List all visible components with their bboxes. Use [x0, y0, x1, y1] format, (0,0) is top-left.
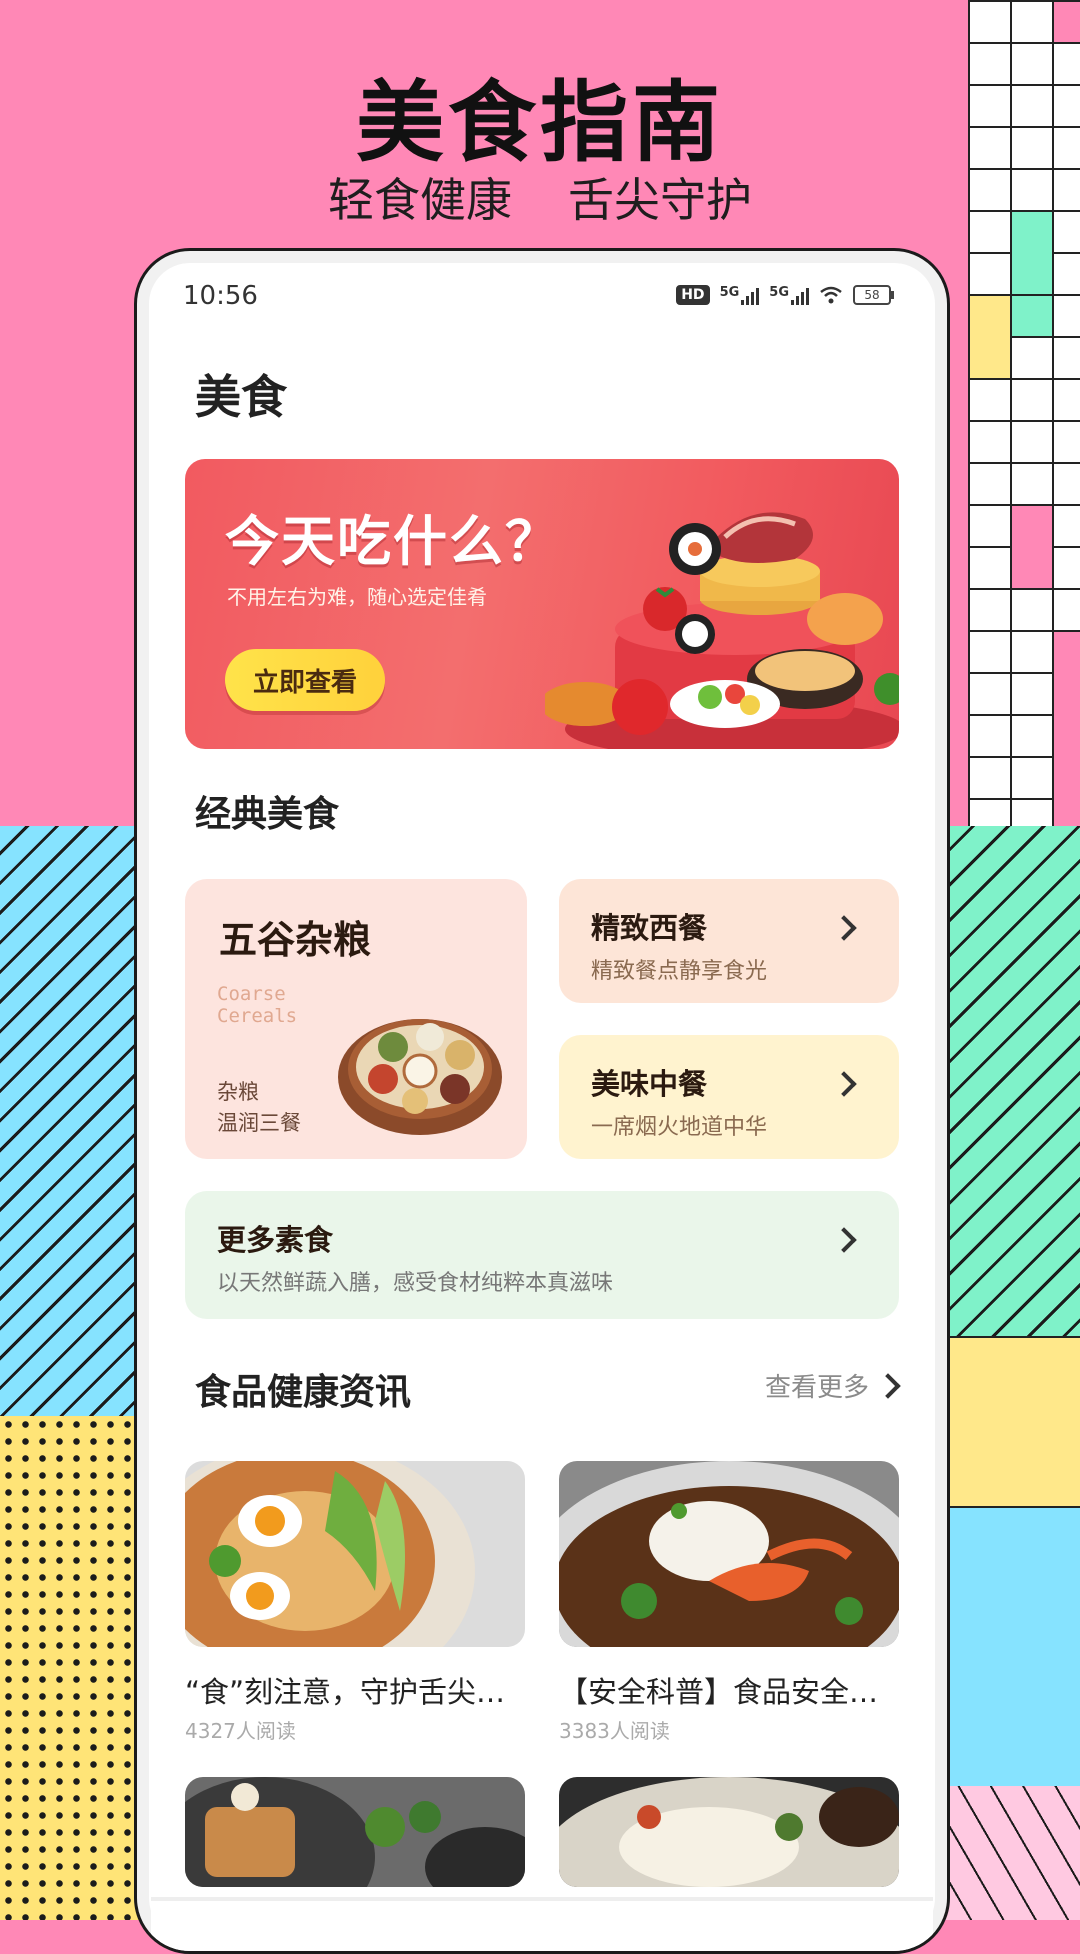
fish-dish-image [559, 1777, 899, 1887]
shrimp-curry-image [559, 1461, 899, 1647]
news-read-count: 3383人阅读 [559, 1719, 670, 1743]
chevron-right-icon [831, 915, 857, 941]
food-platter-illustration [545, 512, 899, 749]
mint-stripes-decoration [940, 826, 1080, 1336]
news-card[interactable] [185, 1777, 525, 1887]
coarse-cereals-desc-line2: 温润三餐 [217, 1111, 301, 1135]
promo-subtitle-right: 舌尖守护 [568, 173, 752, 227]
blue-block-decoration [940, 1506, 1080, 1788]
vegetarian-food-desc: 以天然鲜蔬入膳，感受食材纯粹本真滋味 [217, 1271, 614, 1296]
battery-icon: 58 [853, 285, 894, 305]
blue-stripes-decoration [0, 826, 140, 1416]
chevron-right-icon [875, 1372, 901, 1399]
coarse-cereals-card[interactable]: 五谷杂粮 Coarse Cereals 杂粮 温润三餐 [185, 879, 527, 1159]
news-card[interactable]: 【安全科普】食品安全… 3383人阅读 [559, 1461, 899, 1744]
western-food-title: 精致西餐 [591, 911, 708, 945]
news-card[interactable] [559, 1777, 899, 1887]
coarse-cereals-desc-line1: 杂粮 [217, 1080, 259, 1104]
banner-subtitle: 不用左右为难，随心选定佳肴 [227, 585, 487, 609]
signal-icon-2: 5G [769, 285, 809, 305]
classic-food-section-title: 经典美食 [195, 794, 340, 835]
grid-cell-pink-3 [1054, 632, 1080, 826]
coarse-cereals-desc: 杂粮 温润三餐 [217, 1077, 301, 1139]
chinese-food-desc: 一席烟火地道中华 [591, 1115, 768, 1140]
grid-cell-pink-2 [1012, 506, 1052, 588]
chinese-food-card[interactable]: 美味中餐 一席烟火地道中华 [559, 1035, 899, 1159]
grain-bowl-illustration [338, 1019, 502, 1135]
view-now-button[interactable]: 立即查看 [225, 649, 385, 711]
page-title: 美食 [195, 370, 287, 424]
promo-subtitle-left: 轻食健康 [328, 173, 512, 227]
see-more-label: 查看更多 [764, 1373, 869, 1403]
app-screen: 10:56 HD 5G 5G 58 美食 今天吃什么？ 不用左右为难，随心选定佳… [151, 265, 933, 1951]
chicken-dish-image [185, 1777, 525, 1887]
hd-icon: HD [676, 285, 710, 305]
chevron-right-icon [831, 1227, 857, 1253]
news-title: “食”刻注意，守护舌尖… [185, 1675, 506, 1709]
phone-frame: 10:56 HD 5G 5G 58 美食 今天吃什么？ 不用左右为难，随心选定佳… [134, 248, 950, 1954]
promo-banner[interactable]: 今天吃什么？ 不用左右为难，随心选定佳肴 立即查看 [185, 459, 899, 749]
chevron-right-icon [831, 1071, 857, 1097]
signal-icon: 5G [720, 285, 760, 305]
grid-cell-pink [1054, 2, 1080, 42]
yellow-dots-decoration [0, 1416, 140, 1920]
banner-title: 今天吃什么？ [225, 510, 561, 573]
vegetarian-food-title: 更多素食 [217, 1223, 334, 1257]
noodle-bowl-image [185, 1461, 525, 1647]
pink-stripes-decoration [940, 1786, 1080, 1920]
coarse-cereals-english: Coarse Cereals [217, 983, 298, 1027]
bottom-nav-divider [151, 1897, 933, 1901]
health-news-section-title: 食品健康资讯 [195, 1372, 412, 1413]
status-time: 10:56 [183, 281, 258, 311]
status-bar: 10:56 HD 5G 5G 58 [151, 265, 933, 325]
wifi-icon [820, 286, 842, 304]
yellow-block-decoration [940, 1336, 1080, 1508]
news-title: 【安全科普】食品安全… [559, 1675, 879, 1709]
news-read-count: 4327人阅读 [185, 1719, 296, 1743]
promo-subtitle: 轻食健康 舌尖守护 [0, 164, 1080, 230]
western-food-card[interactable]: 精致西餐 精致餐点静享食光 [559, 879, 899, 1003]
news-card[interactable]: “食”刻注意，守护舌尖… 4327人阅读 [185, 1461, 525, 1744]
status-icons: HD 5G 5G 58 [676, 285, 894, 305]
see-more-link[interactable]: 查看更多 [764, 1367, 901, 1404]
grid-cell-yellow [970, 296, 1010, 378]
western-food-desc: 精致餐点静享食光 [591, 959, 768, 984]
grid-cell-mint-2 [1012, 296, 1052, 336]
coarse-cereals-title: 五谷杂粮 [219, 918, 372, 962]
promo-title: 美食指南 [355, 71, 724, 174]
chinese-food-title: 美味中餐 [591, 1067, 708, 1101]
vegetarian-food-card[interactable]: 更多素食 以天然鲜蔬入膳，感受食材纯粹本真滋味 [185, 1191, 899, 1319]
